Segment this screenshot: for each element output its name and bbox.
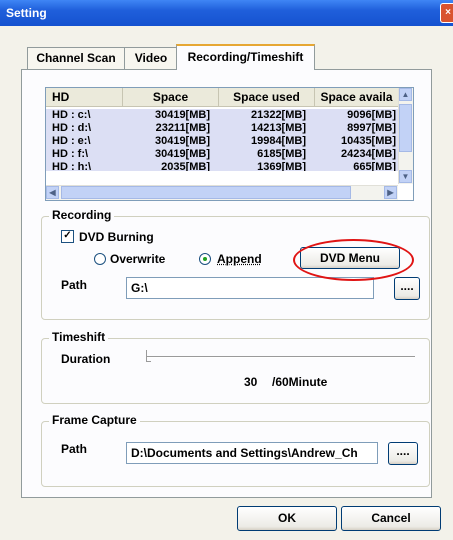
frame-capture-path-field[interactable]: D:\Documents and Settings\Andrew_Ch: [126, 442, 378, 464]
horizontal-scrollbar[interactable]: ◀ ▶: [46, 185, 398, 200]
vertical-scroll-thumb[interactable]: [399, 104, 412, 152]
frame-capture-group-title: Frame Capture: [49, 413, 140, 427]
cell-space: 30419[MB]: [154, 109, 210, 121]
cell-drive: HD : f:\: [52, 148, 89, 160]
table-row[interactable]: HD : h:\ 2035[MB] 1369[MB] 665[MB]: [46, 161, 398, 171]
duration-slider-thumb[interactable]: [146, 350, 151, 362]
dvd-menu-button[interactable]: DVD Menu: [300, 247, 400, 269]
overwrite-label: Overwrite: [110, 252, 166, 266]
cell-space-available: 24234[MB]: [340, 148, 396, 160]
append-label: Append: [217, 252, 262, 266]
timeshift-group-title: Timeshift: [49, 330, 109, 344]
table-row[interactable]: HD : e:\ 30419[MB] 19984[MB] 10435[MB]: [46, 135, 398, 148]
vertical-scrollbar[interactable]: ▲ ▼: [398, 88, 413, 184]
scroll-up-icon[interactable]: ▲: [399, 88, 412, 101]
column-header-space-available[interactable]: Space availa: [315, 88, 399, 106]
list-header: HD Space Space used Space availa: [46, 88, 413, 107]
table-row[interactable]: HD : c:\ 30419[MB] 21322[MB] 9096[MB]: [46, 109, 398, 122]
timeshift-group: [41, 338, 430, 404]
cell-space-available: 8997[MB]: [347, 122, 396, 134]
tab-label: Recording/Timeshift: [187, 50, 304, 64]
title-bar: Setting ×: [0, 0, 453, 26]
cell-space-used: 1369[MB]: [257, 161, 306, 171]
horizontal-scroll-thumb[interactable]: [61, 186, 351, 199]
cell-space-available: 665[MB]: [353, 161, 396, 171]
cell-drive: HD : e:\: [52, 135, 91, 147]
cell-space-used: 6185[MB]: [257, 148, 306, 160]
table-row[interactable]: HD : f:\ 30419[MB] 6185[MB] 24234[MB]: [46, 148, 398, 161]
recording-path-label: Path: [61, 278, 88, 292]
tab-channel-scan[interactable]: Channel Scan: [27, 47, 125, 69]
cell-space-available: 10435[MB]: [340, 135, 396, 147]
frame-capture-path-label: Path: [61, 442, 88, 456]
scroll-right-icon[interactable]: ▶: [384, 186, 397, 199]
dvd-burning-label: DVD Burning: [79, 230, 154, 244]
scroll-left-icon[interactable]: ◀: [46, 186, 59, 199]
recording-group-title: Recording: [49, 208, 115, 222]
column-header-space[interactable]: Space: [123, 88, 219, 106]
column-header-hd[interactable]: HD: [46, 88, 123, 106]
cell-drive: HD : c:\: [52, 109, 91, 121]
scroll-down-icon[interactable]: ▼: [399, 170, 412, 183]
cell-space: 30419[MB]: [154, 135, 210, 147]
cell-space: 30419[MB]: [154, 148, 210, 160]
tab-recording-timeshift[interactable]: Recording/Timeshift: [176, 44, 315, 70]
cell-drive: HD : h:\: [52, 161, 92, 171]
cell-space-used: 21322[MB]: [250, 109, 306, 121]
frame-capture-browse-button[interactable]: ....: [388, 442, 418, 465]
ok-button[interactable]: OK: [237, 506, 337, 531]
dvd-burning-checkbox[interactable]: ✓: [61, 230, 74, 243]
recording-path-field[interactable]: G:\: [126, 277, 374, 299]
column-header-space-used[interactable]: Space used: [219, 88, 315, 106]
append-radio[interactable]: [199, 253, 211, 265]
tab-label: Channel Scan: [36, 51, 116, 65]
table-row[interactable]: HD : d:\ 23211[MB] 14213[MB] 8997[MB]: [46, 122, 398, 135]
close-icon[interactable]: ×: [440, 3, 453, 23]
duration-slider[interactable]: [146, 356, 415, 358]
overwrite-radio[interactable]: [94, 253, 106, 265]
cell-drive: HD : d:\: [52, 122, 92, 134]
duration-max: /60Minute: [272, 375, 328, 389]
cancel-button[interactable]: Cancel: [341, 506, 441, 531]
cell-space-used: 19984[MB]: [250, 135, 306, 147]
cell-space: 23211[MB]: [155, 122, 210, 134]
duration-label: Duration: [61, 352, 111, 366]
cell-space: 2035[MB]: [161, 161, 210, 171]
window-title: Setting: [6, 6, 47, 20]
cell-space-available: 9096[MB]: [347, 109, 396, 121]
tab-label: Video: [134, 51, 168, 65]
recording-browse-button[interactable]: ....: [394, 277, 420, 300]
cell-space-used: 14213[MB]: [250, 122, 306, 134]
duration-value: 30: [244, 375, 258, 389]
drive-space-list[interactable]: HD Space Space used Space availa HD : c:…: [45, 87, 414, 201]
tab-video[interactable]: Video: [124, 47, 178, 69]
